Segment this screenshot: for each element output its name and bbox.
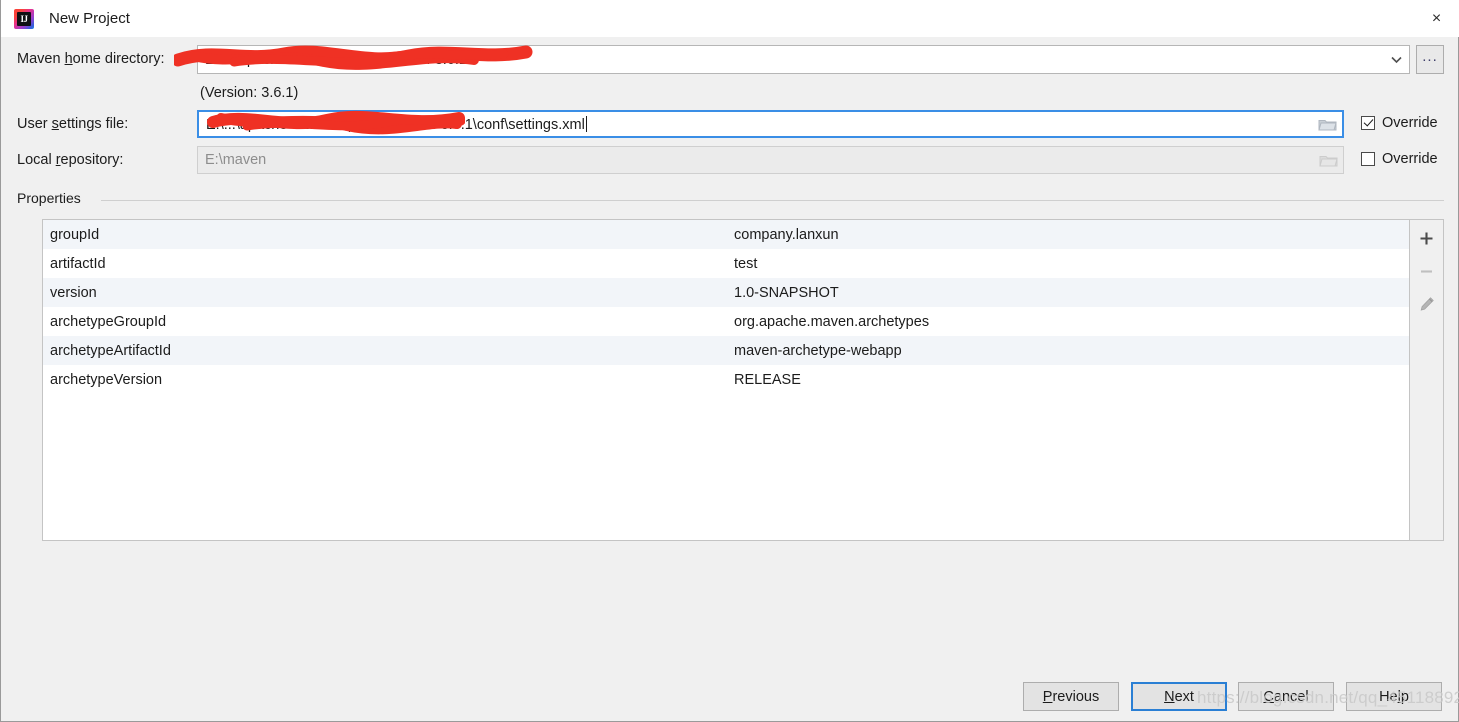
folder-browse-icon [1313,147,1343,173]
property-value: test [734,255,758,272]
property-value: org.apache.maven.archetypes [734,313,930,330]
table-row[interactable]: artifactId test [43,249,1409,278]
property-value: maven-archetype-webapp [734,342,902,359]
close-icon[interactable]: × [1413,0,1459,37]
maven-home-browse-button[interactable]: ... [1416,45,1444,74]
local-repository-input[interactable]: E:\maven [197,146,1344,174]
new-project-dialog: IJ New Project × Maven home directory: E… [0,0,1459,722]
user-settings-override-label: Override [1382,115,1438,131]
maven-version-note: (Version: 3.6.1) [200,85,299,101]
properties-group-divider [101,200,1444,201]
watermark-text: https://blog.csdn.net/qq_45118892 [1197,688,1459,707]
local-repository-value: E:\maven [205,152,267,168]
property-key: groupId [50,226,100,243]
property-value: 1.0-SNAPSHOT [734,284,839,301]
checkbox-indicator-checked[interactable] [1361,116,1375,130]
user-settings-file-value: E:\...\apache-maven\apache-maven-3.6.1\c… [206,115,587,133]
table-row[interactable]: archetypeGroupId org.apache.maven.archet… [43,307,1409,336]
properties-table[interactable]: groupId company.lanxun artifactId test v… [42,219,1410,541]
table-row[interactable]: groupId company.lanxun [43,220,1409,249]
user-settings-override-checkbox[interactable]: Override [1361,115,1438,131]
properties-table-toolbar [1410,219,1444,541]
chevron-down-icon[interactable] [1383,46,1409,73]
table-row[interactable]: archetypeArtifactId maven-archetype-weba… [43,336,1409,365]
plus-icon[interactable] [1414,226,1440,250]
local-repository-label: Local repository: [17,152,124,168]
properties-group-label: Properties [17,190,89,206]
property-key: archetypeGroupId [50,313,167,330]
text-caret [585,115,587,132]
user-settings-file-input[interactable]: E:\...\apache-maven\apache-maven-3.6.1\c… [197,110,1344,138]
folder-browse-icon[interactable] [1312,112,1342,136]
local-repository-override-label: Override [1382,151,1438,167]
intellij-idea-logo-icon: IJ [14,8,34,29]
checkbox-indicator-unchecked[interactable] [1361,152,1375,166]
property-value: RELEASE [734,371,801,388]
property-key: archetypeVersion [50,371,163,388]
property-key: archetypeArtifactId [50,342,171,359]
local-repository-override-checkbox[interactable]: Override [1361,151,1438,167]
maven-home-combobox[interactable]: E:\...\apacheMaven/apache-maven-3.6.1 [197,45,1410,74]
title-bar: IJ New Project × [1,0,1459,37]
maven-home-value: E:\...\apacheMaven/apache-maven-3.6.1 [205,51,467,68]
table-row[interactable]: archetypeVersion RELEASE [43,365,1409,394]
property-key: version [50,284,97,301]
maven-home-label: Maven home directory: [17,51,165,67]
property-key: artifactId [50,255,106,272]
previous-button[interactable]: Previous [1023,682,1119,711]
window-title: New Project [49,10,130,27]
table-row[interactable]: version 1.0-SNAPSHOT [43,278,1409,307]
property-value: company.lanxun [734,226,839,243]
minus-icon [1414,259,1440,283]
user-settings-label: User settings file: [17,116,129,132]
pencil-icon[interactable] [1414,292,1440,316]
